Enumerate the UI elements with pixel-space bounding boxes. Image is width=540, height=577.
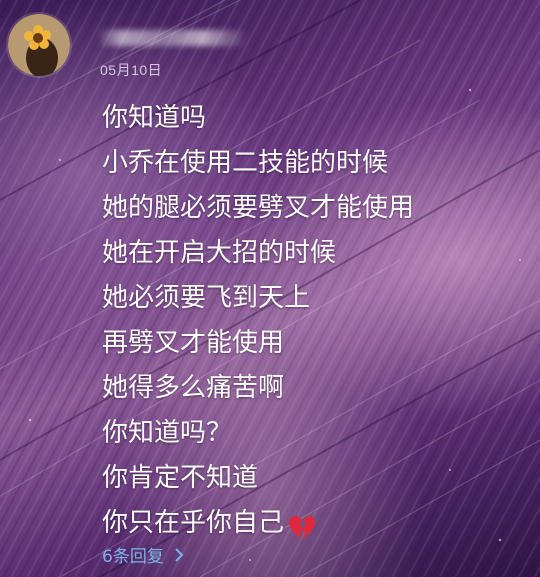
comment-date: 05月10日	[100, 62, 163, 78]
view-replies-link[interactable]: 6条回复	[102, 542, 184, 567]
broken-heart-icon	[288, 511, 316, 539]
comment-line: 再劈叉才能使用	[102, 328, 285, 358]
comment-line: 你肯定不知道	[102, 463, 259, 493]
comment-body: 你知道吗 小乔在使用二技能的时候 她的腿必须要劈叉才能使用 她在开启大招的时候 …	[102, 96, 414, 546]
comment-line: 她在开启大招的时候	[102, 238, 337, 268]
comment-line: 她必须要飞到天上	[102, 283, 311, 313]
avatar[interactable]	[8, 14, 70, 76]
avatar-image-icon	[8, 14, 70, 76]
replies-label: 6条回复	[102, 547, 164, 567]
chevron-right-icon	[174, 547, 184, 563]
comment-line: 小乔在使用二技能的时候	[102, 148, 389, 178]
comment-line: 她得多么痛苦啊	[102, 373, 285, 403]
comment-line: 你只在乎你自己	[102, 501, 414, 546]
username-redaction	[98, 30, 248, 46]
comment-line: 她的腿必须要劈叉才能使用	[102, 193, 415, 223]
username-blurred[interactable]	[98, 26, 258, 48]
comment-line: 你知道吗	[102, 103, 207, 133]
comment-line: 你知道吗？	[102, 418, 233, 448]
